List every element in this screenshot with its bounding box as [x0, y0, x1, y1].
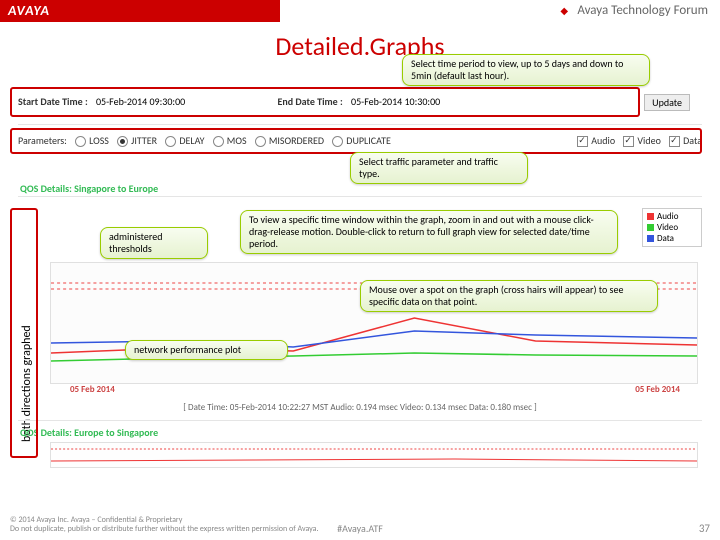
highlight-date-range: [10, 87, 640, 117]
qos-heading-2: QOS Details: Europe to Singapore: [20, 426, 158, 439]
legend-data: Data: [657, 233, 674, 244]
legend-swatch-audio: [647, 213, 654, 220]
callout-mouseover: Mouse over a spot on the graph (cross ha…: [360, 280, 658, 312]
highlight-parameters: [10, 128, 702, 154]
footer: © 2014 Avaya Inc. Avaya – Confidential &…: [0, 514, 720, 540]
brand-logo: AVAYA: [0, 2, 50, 19]
legend-video: Video: [657, 222, 678, 233]
chart-secondary[interactable]: [50, 442, 698, 468]
legend-swatch-data: [647, 235, 654, 242]
hashtag: #Avaya.ATF: [337, 522, 383, 535]
update-button[interactable]: Update: [644, 94, 690, 111]
callout-time-period: Select time period to view, up to 5 days…: [402, 54, 650, 86]
copyright-line-2: Do not duplicate, publish or distribute …: [10, 525, 319, 534]
highlight-vertical: [10, 208, 38, 458]
divider-2: [18, 196, 702, 197]
slide-number: 37: [699, 522, 710, 535]
qos-heading-1: QOS Details: Singapore to Europe: [20, 182, 158, 195]
legend-audio: Audio: [657, 211, 678, 222]
content: Select time period to view, up to 5 days…: [10, 62, 710, 502]
xaxis-label-2: 05 Feb 2014: [635, 384, 680, 395]
logo-bar: AVAYA: [0, 0, 280, 22]
legend-box: Audio Video Data: [642, 208, 702, 247]
callout-zoom: To view a specific time window within th…: [240, 210, 618, 254]
divider-3: [18, 420, 702, 421]
forum-icon: ◆: [560, 4, 572, 16]
callout-administered: administered thresholds: [100, 227, 208, 259]
divider: [18, 124, 702, 125]
forum-title-text: Avaya Technology Forum: [577, 3, 708, 18]
header: AVAYA ◆ Avaya Technology Forum: [0, 0, 720, 24]
callout-plot: network performance plot: [125, 340, 288, 360]
forum-title: ◆ Avaya Technology Forum: [560, 3, 708, 18]
legend-swatch-video: [647, 224, 654, 231]
copyright: © 2014 Avaya Inc. Avaya – Confidential &…: [10, 516, 319, 534]
callout-traffic-param: Select traffic parameter and traffic typ…: [350, 152, 528, 184]
xaxis-label-1: 05 Feb 2014: [70, 384, 115, 395]
mouseover-readout: [ Date Time: 05-Feb-2014 10:22:27 MST Au…: [10, 402, 710, 413]
